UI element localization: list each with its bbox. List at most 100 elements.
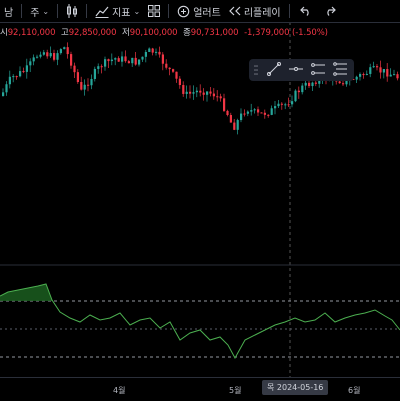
candle-body <box>90 78 93 86</box>
candle-body <box>19 71 22 77</box>
redo-button[interactable] <box>318 0 342 22</box>
open-key: 시 <box>0 28 8 38</box>
candle-body <box>240 113 243 121</box>
candle-body <box>236 120 239 130</box>
candle-body <box>311 82 314 87</box>
candle-body <box>199 90 202 93</box>
chart-type-button[interactable] <box>62 0 82 22</box>
candle-body <box>25 65 28 72</box>
candle-body <box>219 96 222 99</box>
candle-body <box>365 73 368 75</box>
candle-body <box>382 68 385 73</box>
candle-body <box>372 66 375 68</box>
candle-body <box>178 78 181 86</box>
candle-body <box>396 74 399 79</box>
parallel-channel-tool[interactable] <box>307 59 329 81</box>
candle-body <box>308 82 311 87</box>
candle-body <box>93 68 96 79</box>
candle-body <box>294 90 297 102</box>
candle-body <box>212 93 215 97</box>
candle-body <box>131 57 134 64</box>
open-value: 92,110,000 <box>7 28 56 38</box>
candle-body <box>206 91 209 95</box>
candle-body <box>138 59 141 65</box>
candle-body <box>369 67 372 74</box>
candle-body <box>287 104 290 106</box>
candle-body <box>70 54 73 66</box>
candle-body <box>87 84 90 86</box>
candle-body <box>362 74 365 76</box>
indicators-button[interactable]: 지표 ⌄ <box>91 0 144 22</box>
top-toolbar: 남 주 ⌄ 지표 ⌄ 얼러트 리플레이 <box>0 0 400 23</box>
candle-body <box>175 71 178 79</box>
candle-body <box>39 54 42 57</box>
grid-icon <box>148 5 161 17</box>
high-value: 92,850,000 <box>68 28 117 38</box>
candle-body <box>250 110 253 112</box>
candle-body <box>114 58 117 60</box>
drag-handle-icon[interactable] <box>249 65 263 75</box>
candle-body <box>141 56 144 60</box>
candle-body <box>267 114 270 116</box>
interval-week-label: 주 <box>30 7 40 19</box>
interval-week-button[interactable]: 주 ⌄ <box>26 0 53 22</box>
xaxis-label-april: 4월 <box>113 386 126 395</box>
candle-body <box>192 92 195 94</box>
chevron-down-icon: ⌄ <box>133 6 141 16</box>
interval-selector[interactable]: 남 <box>0 0 17 22</box>
candle-body <box>182 85 185 94</box>
candle-body <box>83 84 86 90</box>
candle-body <box>22 71 25 73</box>
parallel-channel-icon <box>311 61 325 80</box>
candle-body <box>226 110 229 116</box>
candle-body <box>80 82 83 90</box>
candle-body <box>107 59 110 62</box>
alarm-clock-icon <box>177 5 190 18</box>
toolbar-divider <box>288 4 290 18</box>
candle-body <box>291 101 294 105</box>
fib-retracement-tool[interactable] <box>329 59 351 81</box>
candle-body <box>155 51 158 53</box>
interval-partial-label: 남 <box>4 7 14 19</box>
candle-body <box>158 51 161 55</box>
candle-body <box>97 66 100 69</box>
candle-body <box>304 82 307 86</box>
xaxis-label-june: 6월 <box>348 386 361 395</box>
trend-line-tool[interactable] <box>263 59 285 81</box>
candle-body <box>301 85 304 93</box>
undo-button[interactable] <box>294 0 318 22</box>
candle-body <box>42 52 45 55</box>
toolbar-divider <box>57 4 59 18</box>
alerts-button[interactable]: 얼러트 <box>173 0 225 22</box>
candle-body <box>338 81 341 84</box>
candle-body <box>73 65 76 73</box>
candle-body <box>49 53 52 57</box>
candle-body <box>342 83 345 85</box>
replay-label: 리플레이 <box>243 7 281 19</box>
candle-body <box>168 67 171 70</box>
horizontal-line-icon <box>289 61 303 80</box>
layouts-button[interactable] <box>144 0 164 22</box>
candle-body <box>223 98 226 111</box>
candle-body <box>127 61 130 64</box>
xaxis-label-may: 5월 <box>229 386 242 395</box>
candle-body <box>63 47 66 50</box>
low-value: 90,100,000 <box>129 28 178 38</box>
rewind-icon <box>228 6 241 16</box>
trend-line-icon <box>267 61 281 80</box>
redo-icon <box>324 6 336 16</box>
candle-body <box>134 57 137 65</box>
candle-body <box>189 91 192 94</box>
time-axis[interactable]: 4월 5월 6월 <box>0 377 400 401</box>
alerts-label: 얼러트 <box>193 7 221 19</box>
replay-button[interactable]: 리플레이 <box>225 0 285 22</box>
candle-body <box>379 67 382 73</box>
candle-body <box>185 91 188 94</box>
horizontal-line-tool[interactable] <box>285 59 307 81</box>
candle-body <box>209 91 212 94</box>
candle-body <box>270 108 273 115</box>
candle-body <box>274 106 277 109</box>
candle-body <box>233 122 236 130</box>
change-value: -1,379,000 (-1.50%) <box>244 28 328 38</box>
candle-body <box>216 96 219 98</box>
